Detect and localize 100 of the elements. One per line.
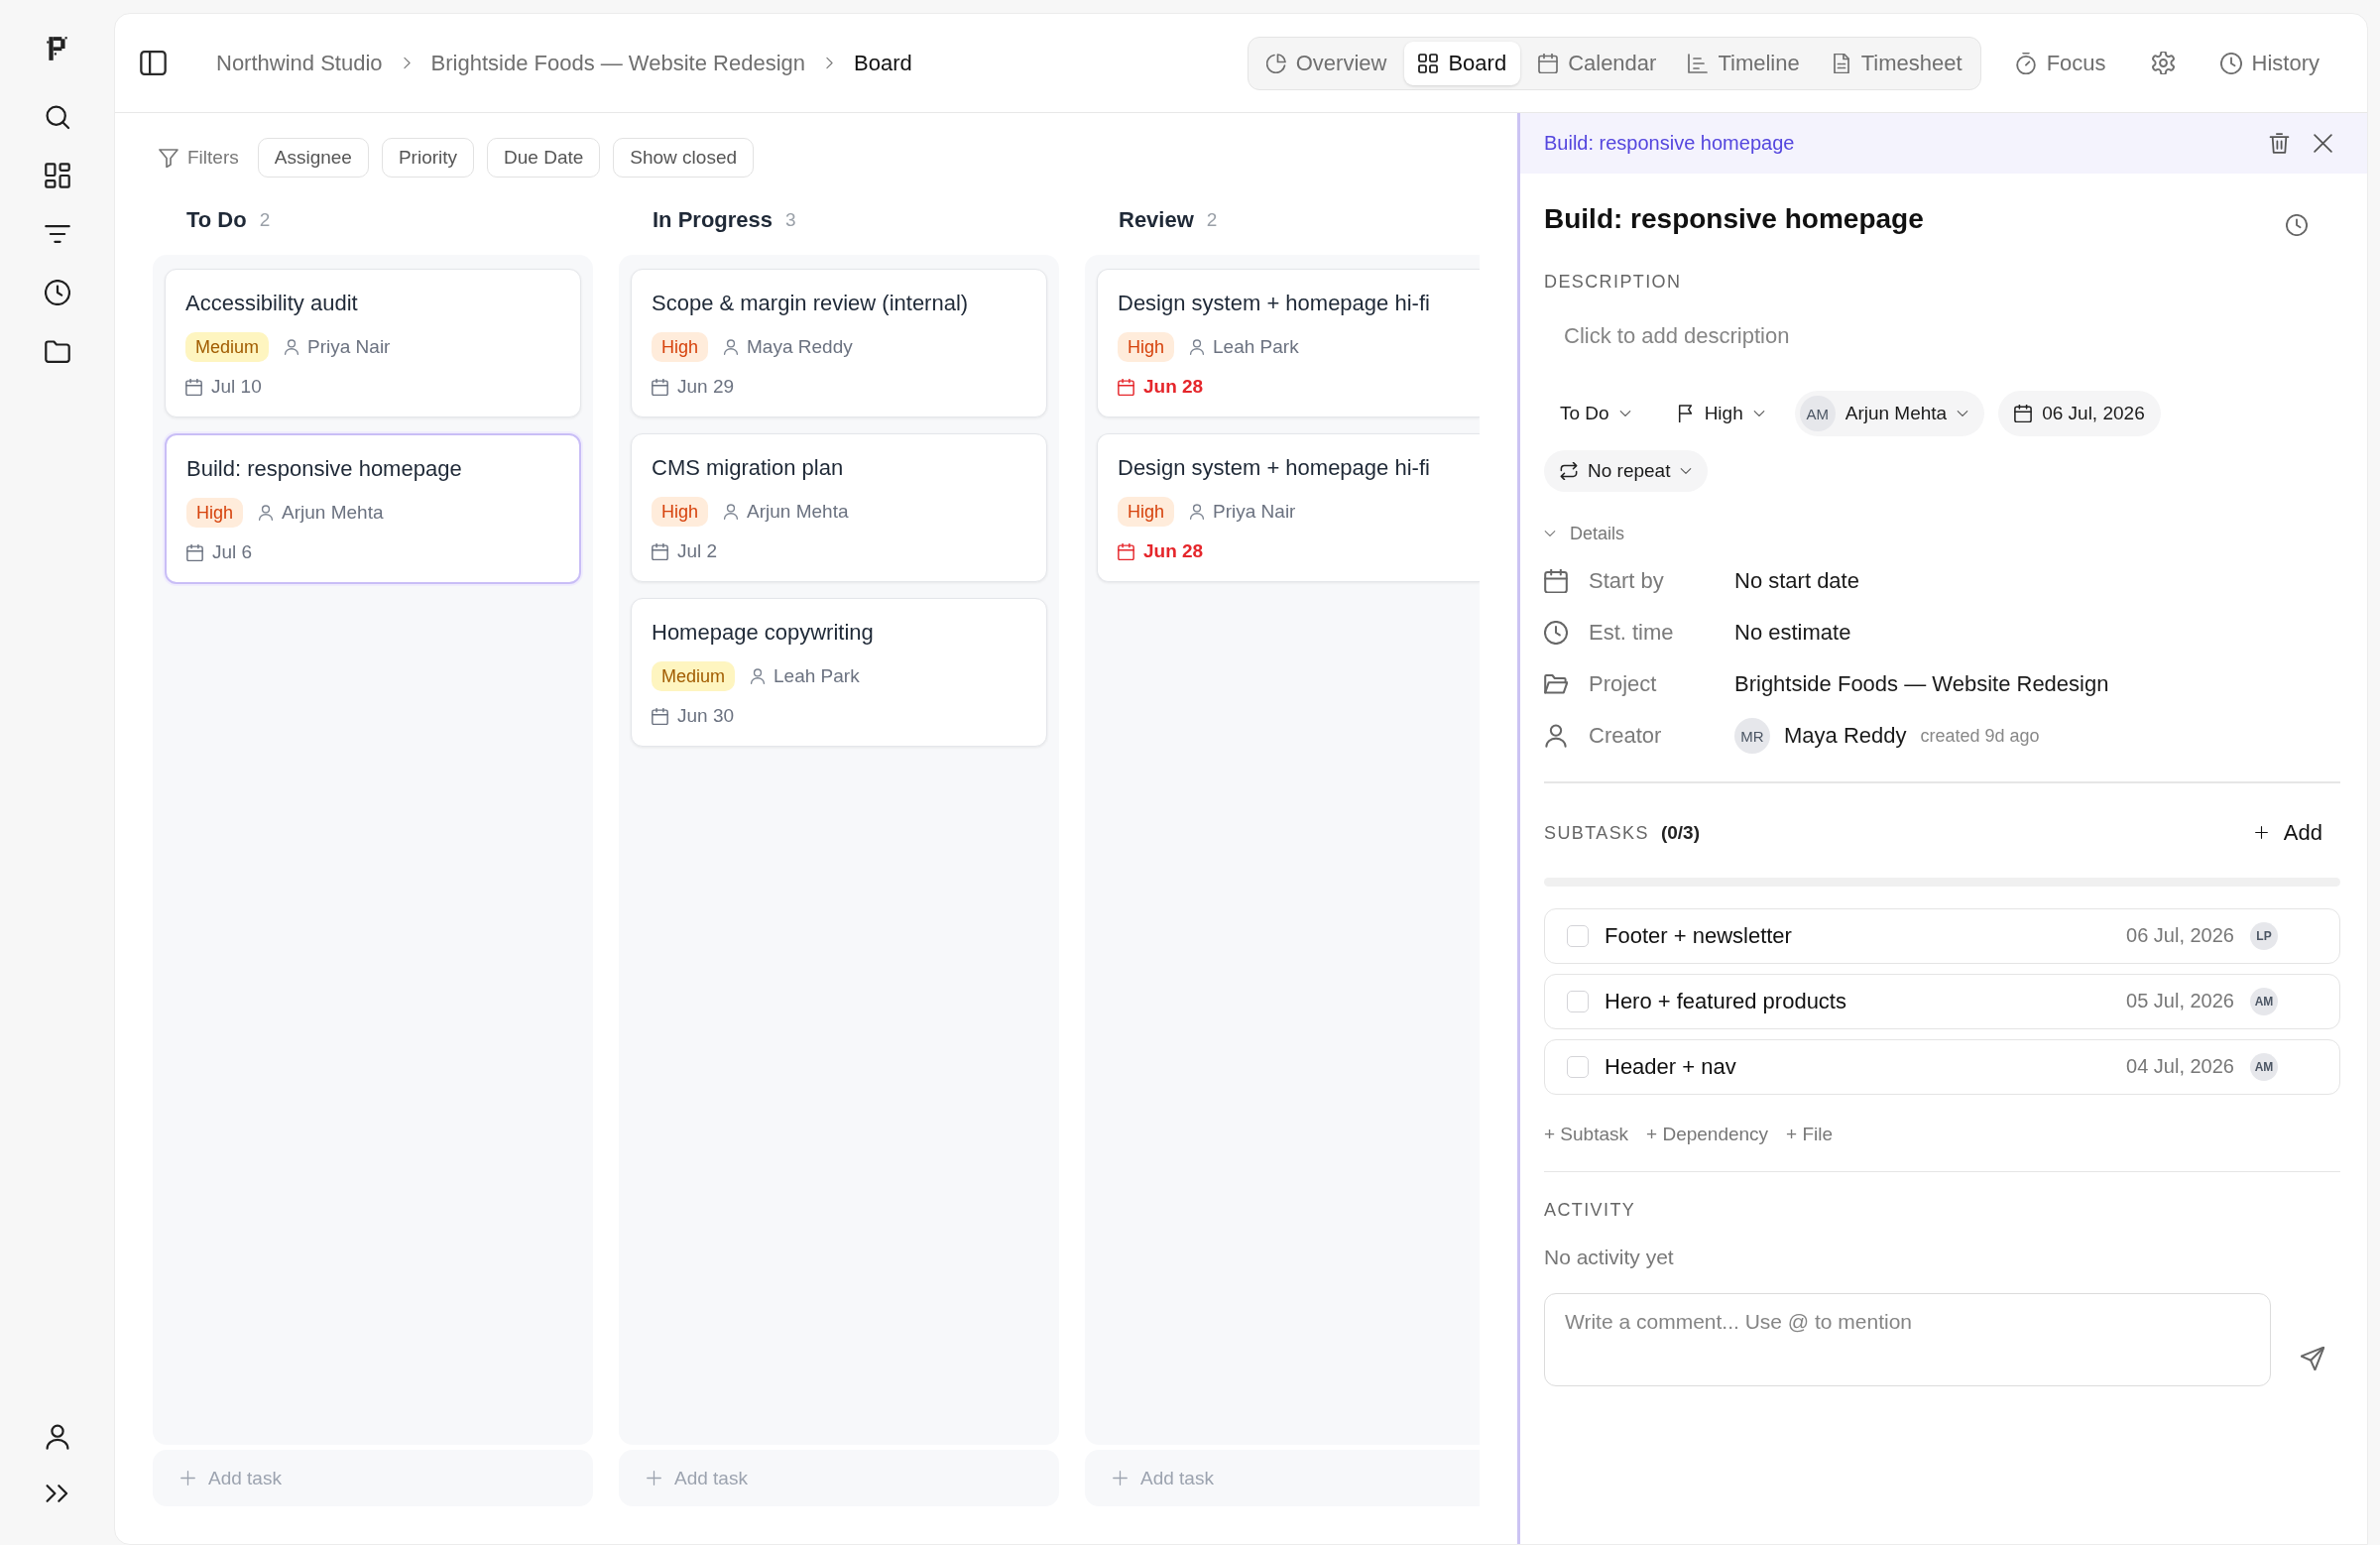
caret-icon [1618,408,1631,419]
flag-icon [1676,405,1695,422]
filter-chip[interactable]: Show closed [613,138,755,178]
task-title: Design system + homepage hi-fi [1118,455,1431,481]
history-button[interactable]: History [2211,50,2327,76]
task-title: CMS migration plan [652,455,845,481]
description-field[interactable]: Click to add description [1544,312,2340,360]
checkbox[interactable] [1567,924,1589,947]
due-date: Jul 6 [212,541,253,563]
calendar-icon [1118,378,1134,396]
avatar: LP [2250,921,2278,950]
priority-dropdown[interactable]: High [1660,391,1781,436]
column-title: Review [1119,207,1194,233]
task-title: Homepage copywriting [652,620,875,646]
chart-icon [1688,53,1709,73]
filter-chip[interactable]: Priority [381,138,475,178]
due-date: Jun 29 [677,376,735,398]
view-tab[interactable]: Overview [1251,41,1401,85]
priority-badge: Medium [652,661,736,691]
grid-icon [1418,53,1439,73]
due-date-button[interactable]: 06 Jul, 2026 [1998,391,2161,436]
dashboard-icon[interactable] [44,163,70,188]
calendar-icon [652,542,668,560]
stopwatch-icon [2014,52,2037,74]
detail-value: No start date [1734,568,1860,594]
subtask-row[interactable]: Footer + newsletter 06 Jul, 2026 LP [1544,907,2340,964]
task-card[interactable]: Scope & margin review (internal) High Maya Reddy Jun 29 [631,269,1047,417]
subtask-date: 05 Jul, 2026 [2126,990,2234,1012]
status-dropdown[interactable]: To Do [1544,391,1647,436]
details-toggle[interactable]: Details [1544,522,1625,545]
task-card[interactable]: Design system + homepage hi-fi High Priya Nair Jun 28 [1097,433,1480,582]
funnel-icon [159,148,178,168]
due-date: Jun 28 [1143,540,1204,562]
subtask-title: Hero + featured products [1605,988,1846,1014]
add-link[interactable]: + Subtask [1544,1121,1629,1147]
priority-badge: High [1118,497,1175,527]
filters-button[interactable]: Filters [159,147,239,169]
task-card[interactable]: Homepage copywriting Medium Leah Park Jun 30 [631,598,1047,747]
subtask-title: Header + nav [1605,1053,1736,1080]
detail-label: Creator [1589,723,1663,749]
repeat-dropdown[interactable]: No repeat [1544,450,1709,492]
checkbox[interactable] [1567,1055,1589,1078]
subtask-row[interactable]: Hero + featured products 05 Jul, 2026 AM [1544,973,2340,1029]
clock-icon[interactable] [44,280,70,305]
avatar: AM [1799,396,1836,431]
checkbox[interactable] [1567,990,1589,1012]
detail-label: Project [1589,671,1658,697]
assignee-name: Priya Nair [307,336,391,358]
task-card[interactable]: Accessibility audit Medium Priya Nair Jul 10 [165,269,581,417]
comment-field[interactable]: Write a comment... Use @ to mention [1544,1293,2271,1386]
caret-icon [1544,528,1556,539]
task-title: Build: responsive homepage [1544,203,1924,235]
view-tab[interactable]: Calendar [1524,41,1671,85]
add-subtask-button[interactable]: Add [2254,819,2322,846]
send-icon[interactable] [2301,1347,2324,1370]
close-icon[interactable] [2313,133,2333,154]
assignee-name: Leah Park [774,665,860,687]
search-icon[interactable] [44,104,70,130]
user-icon [1544,724,1568,748]
subtask-row[interactable]: Header + nav 04 Jul, 2026 AM [1544,1038,2340,1095]
task-breadcrumb-link[interactable]: Build: responsive homepage [1544,132,1795,155]
filter-chip[interactable]: Assignee [257,138,369,178]
add-link[interactable]: + File [1786,1121,1834,1147]
view-tab[interactable]: Board [1404,41,1521,85]
breadcrumb-link[interactable]: Board [854,50,912,76]
clock-icon [1544,621,1568,645]
task-card[interactable]: Design system + homepage hi-fi High Leah Park Jun 28 [1097,269,1480,417]
calendar-icon [1118,542,1134,560]
user-icon [284,339,300,355]
task-card[interactable]: Build: responsive homepage High Arjun Mehta Jul 6 [165,433,581,584]
add-link[interactable]: + Dependency [1646,1121,1769,1147]
view-tab[interactable]: Timeline [1674,41,1814,85]
calendar-icon [185,378,202,396]
assignee-name: Arjun Mehta [282,502,384,524]
task-card[interactable]: CMS migration plan High Arjun Mehta Jul 2 [631,433,1047,582]
due-date: Jul 2 [677,540,718,562]
assignee-dropdown[interactable]: AM Arjun Mehta [1794,391,1985,436]
folder-icon[interactable] [44,338,70,364]
logo-icon[interactable] [46,35,68,62]
sidebar-icon[interactable] [140,50,167,76]
breadcrumb-link[interactable]: Northwind Studio [216,50,383,76]
view-tab[interactable]: Timesheet [1817,41,1976,85]
user-icon[interactable] [44,1424,70,1450]
user-icon [723,339,740,355]
calendar-icon [1544,569,1568,593]
repeat-icon [1560,462,1578,480]
settings-icon[interactable] [2151,52,2175,74]
section-label: SUBTASKS [1544,821,1649,845]
trash-icon[interactable] [2269,133,2290,154]
avatar: MR [1734,718,1770,754]
assignee-name: Arjun Mehta [747,501,849,523]
focus-button[interactable]: Focus [2006,50,2114,76]
priority-badge: High [1118,332,1175,362]
breadcrumb-link[interactable]: Brightside Foods — Website Redesign [430,50,805,76]
assignee-name: Leah Park [1213,336,1299,358]
filter-chip[interactable]: Due Date [487,138,601,178]
calendar-icon [1538,53,1559,73]
calendar-icon [652,707,668,725]
user-icon [750,668,767,684]
detail-value: No estimate [1734,620,1852,646]
